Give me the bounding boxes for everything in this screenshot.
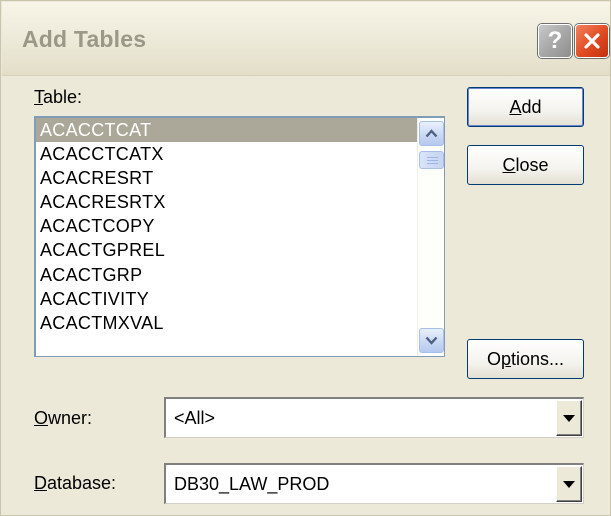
owner-dropdown-button[interactable]: [556, 400, 582, 436]
grip-line: [427, 157, 438, 158]
scroll-down-button[interactable]: [419, 328, 444, 353]
scroll-thumb[interactable]: [419, 151, 444, 169]
add-button[interactable]: Add: [467, 87, 584, 127]
question-mark-icon: ?: [547, 27, 563, 54]
arrow-down-icon: [425, 336, 438, 345]
scroll-up-button[interactable]: [419, 121, 444, 146]
owner-label: Owner:: [34, 408, 93, 428]
grip-line: [427, 163, 438, 164]
table-list-item[interactable]: ACACRESRT: [36, 166, 417, 190]
close-button[interactable]: Close: [467, 145, 584, 185]
table-list-item[interactable]: ACACTGPREL: [36, 238, 417, 262]
table-list-item[interactable]: ACACRESRTX: [36, 190, 417, 214]
grip-line: [427, 160, 438, 161]
table-list-item[interactable]: ACACTGRP: [36, 263, 417, 287]
database-label: Database:: [34, 473, 117, 493]
add-tables-dialog: Add Tables ? Table: ACACCTCAT ACACCTCATX A…: [0, 0, 611, 516]
arrow-up-icon: [425, 129, 438, 138]
title-bar[interactable]: Add Tables ?: [2, 2, 610, 76]
window-title: Add Tables: [22, 26, 147, 52]
table-list-item[interactable]: ACACTCOPY: [36, 214, 417, 238]
database-dropdown-button[interactable]: [556, 466, 582, 502]
triangle-down-icon: [563, 414, 575, 422]
owner-combobox[interactable]: <All>: [164, 397, 584, 438]
help-button[interactable]: ?: [538, 24, 572, 58]
database-combobox[interactable]: DB30_LAW_PROD: [164, 463, 584, 504]
table-list-item[interactable]: ACACCTCATX: [36, 142, 417, 166]
options-button[interactable]: Options...: [467, 339, 584, 379]
table-listbox[interactable]: ACACCTCAT ACACCTCATX ACACRESRT ACACRESRTX AC…: [34, 116, 445, 357]
close-window-button[interactable]: [575, 24, 609, 58]
table-list-item[interactable]: ACACTMXVAL: [36, 311, 417, 335]
table-list-item[interactable]: ACACTIVITY: [36, 287, 417, 311]
vertical-scrollbar[interactable]: [417, 118, 444, 356]
database-value: DB30_LAW_PROD: [174, 474, 330, 494]
table-list-item[interactable]: ACACCTCAT: [36, 118, 417, 143]
table-label: Table:: [34, 87, 83, 107]
x-close-icon: [584, 33, 600, 49]
owner-value: <All>: [174, 408, 216, 428]
triangle-down-icon: [563, 480, 575, 488]
table-list-items: ACACCTCAT ACACCTCATX ACACRESRT ACACRESRTX AC…: [36, 118, 417, 335]
